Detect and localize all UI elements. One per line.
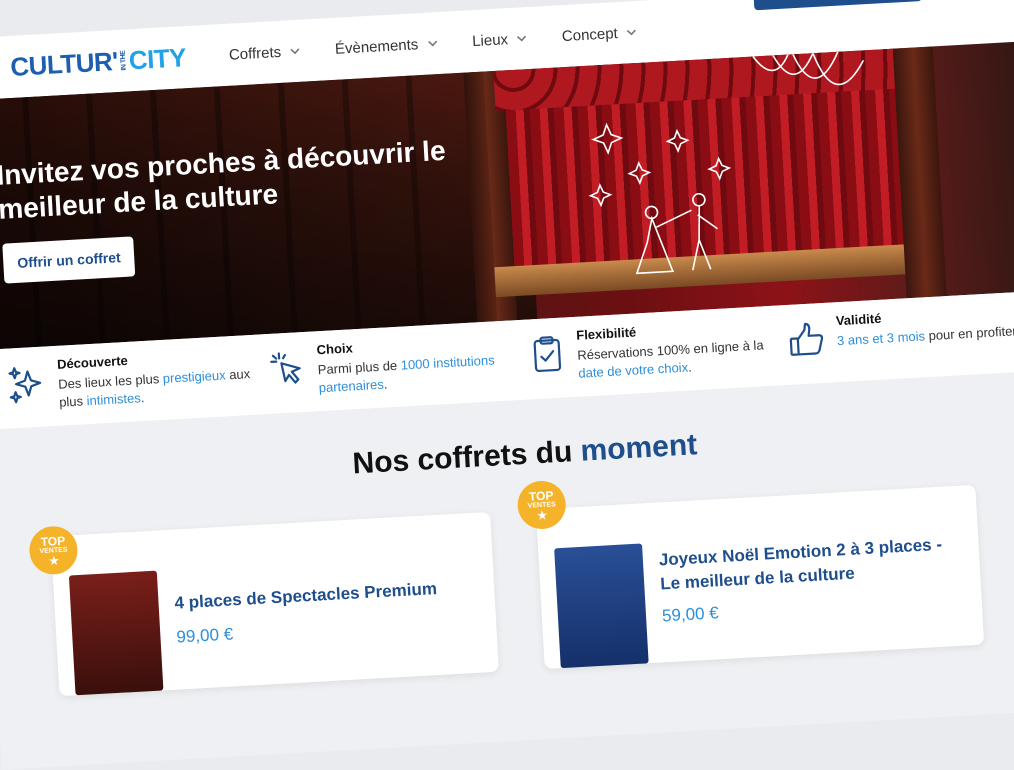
offer-coffret-button[interactable]: Offrir un coffret xyxy=(2,236,136,284)
feature-text: Validité 3 ans et 3 mois pour en profite… xyxy=(835,302,1014,350)
feature-highlight[interactable]: date de votre choix xyxy=(578,360,689,381)
menu-item-label: Concept xyxy=(561,24,619,45)
dancers-illustration-icon xyxy=(588,51,865,275)
page: CULTUR' IN THE CITY Coffrets Évènements … xyxy=(0,0,1014,770)
section-title-main: Nos coffrets du xyxy=(351,434,582,481)
product-thumbnail[interactable] xyxy=(68,570,164,696)
product-name[interactable]: 4 places de Spectacles Premium xyxy=(174,575,475,616)
feature-flexibilite: Flexibilité Réservations 100% en ligne à… xyxy=(523,306,777,400)
feature-desc: Parmi plus de xyxy=(317,357,402,378)
menu-item-evenements[interactable]: Évènements xyxy=(334,35,439,58)
brand-logo[interactable]: CULTUR' IN THE CITY xyxy=(10,41,194,82)
coffrets-section: Nos coffrets du moment 4 places de Spect… xyxy=(0,369,1014,770)
logo-text-culture: CULTUR' xyxy=(9,45,119,82)
main-menu: Coffrets Évènements Lieux Concept xyxy=(228,23,638,63)
menu-item-label: Lieux xyxy=(471,30,509,50)
feature-validite: Validité 3 ans et 3 mois pour en profite… xyxy=(783,291,1014,385)
section-title: Nos coffrets du moment xyxy=(0,408,1014,502)
feature-choix: Choix Parmi plus de 1000 institutions pa… xyxy=(264,320,518,414)
chevron-down-icon xyxy=(290,48,300,55)
feature-highlight[interactable]: intimistes xyxy=(86,390,141,408)
feature-desc: Des lieux les plus xyxy=(57,370,164,392)
menu-item-label: Évènements xyxy=(334,35,419,58)
clipboard-check-icon xyxy=(533,336,562,373)
feature-text: Découverte Des lieux les plus prestigieu… xyxy=(57,345,258,412)
menu-item-lieux[interactable]: Lieux xyxy=(472,30,529,50)
star-icon: ★ xyxy=(48,555,60,568)
feature-highlight[interactable]: prestigieux xyxy=(162,367,226,385)
product-name[interactable]: Joyeux Noël Emotion 2 à 3 places - Le me… xyxy=(658,532,960,597)
product-card[interactable]: 4 places de Spectacles Premium 99,00 € xyxy=(50,511,499,697)
chevron-down-icon xyxy=(427,40,437,47)
section-title-highlight: moment xyxy=(579,428,698,468)
feature-desc: . xyxy=(687,359,693,375)
logo-text-city: CITY xyxy=(127,41,187,75)
feature-desc: . xyxy=(140,390,145,406)
feature-desc: . xyxy=(383,376,388,392)
product-card[interactable]: Joyeux Noël Emotion 2 à 3 places - Le me… xyxy=(535,484,985,670)
thumbs-up-icon xyxy=(789,322,824,356)
feature-desc: pour en profiter. xyxy=(924,323,1014,344)
feature-text: Flexibilité Réservations 100% en ligne à… xyxy=(576,316,777,383)
logo-text-in-the: IN THE xyxy=(119,50,128,71)
product-price: 99,00 € xyxy=(175,624,234,647)
menu-item-concept[interactable]: Concept xyxy=(561,23,638,45)
sparkles-icon xyxy=(8,367,42,404)
product-thumbnail[interactable] xyxy=(554,543,649,669)
product-price: 59,00 € xyxy=(661,603,720,626)
register-coffret-button[interactable]: Enregistrer un coffret xyxy=(752,0,923,11)
chevron-down-icon xyxy=(517,35,527,42)
feature-decouverte: Découverte Des lieux les plus prestigieu… xyxy=(4,335,258,429)
feature-text: Choix Parmi plus de 1000 institutions pa… xyxy=(316,330,517,397)
feature-highlight[interactable]: 3 ans et 3 mois xyxy=(837,328,926,348)
star-icon: ★ xyxy=(537,509,548,523)
cursor-click-icon xyxy=(270,352,301,384)
menu-item-coffrets[interactable]: Coffrets xyxy=(228,42,301,63)
chevron-down-icon xyxy=(627,29,637,36)
menu-item-label: Coffrets xyxy=(228,43,282,64)
